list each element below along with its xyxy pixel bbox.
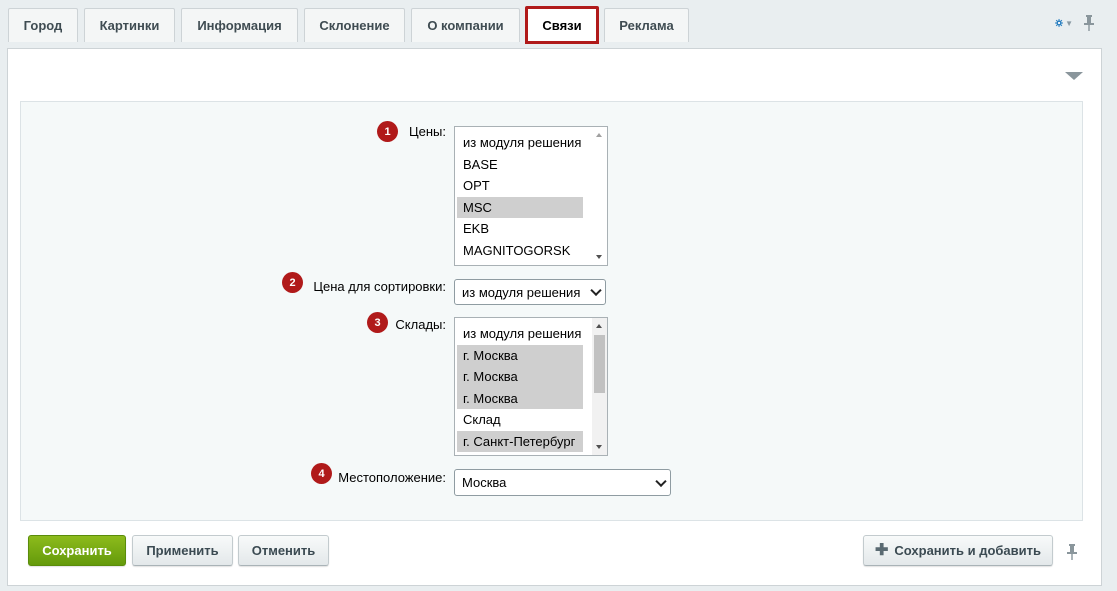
form-section: 1 Цены: из модуля решения BASE OPT MSC E… <box>20 101 1083 521</box>
tab-label: Город <box>23 18 63 33</box>
chevron-down-icon <box>655 475 667 487</box>
tab-images[interactable]: Картинки <box>84 8 175 42</box>
save-button[interactable]: Сохранить <box>28 535 126 566</box>
tab-label: Картинки <box>99 18 160 33</box>
prices-listbox[interactable]: из модуля решения BASE OPT MSC EKB MAGNI… <box>454 126 608 266</box>
stores-listbox[interactable]: из модуля решения г. Москва г. Москва г.… <box>454 317 608 456</box>
prices-scrollbar[interactable] <box>592 127 607 265</box>
apply-button[interactable]: Применить <box>132 535 233 566</box>
apply-button-label: Применить <box>146 543 219 558</box>
chevron-down-icon: ▼ <box>1065 18 1073 28</box>
gear-icon[interactable]: ▼ <box>1055 14 1073 32</box>
save-button-label: Сохранить <box>42 543 112 558</box>
list-option[interactable]: г. Москва <box>457 387 583 409</box>
scrollbar-thumb[interactable] <box>594 335 605 393</box>
list-option[interactable]: EKB <box>457 218 583 240</box>
pin-icon[interactable] <box>1066 543 1078 564</box>
sort-price-value: из модуля решения <box>462 284 581 300</box>
number-badge: 4 <box>311 463 332 484</box>
tab-city[interactable]: Город <box>8 8 78 42</box>
plus-icon: ✚ <box>874 541 889 559</box>
tab-advertising[interactable]: Реклама <box>604 8 689 42</box>
prices-label: Цены: <box>409 124 446 139</box>
toolbar-tools: ▼ <box>1055 14 1097 32</box>
chevron-down-icon <box>590 284 602 297</box>
list-option[interactable]: BASE <box>457 154 583 176</box>
list-option[interactable]: г. Москва <box>457 366 583 388</box>
cancel-button-label: Отменить <box>251 543 316 558</box>
number-badge: 2 <box>282 272 303 293</box>
location-select[interactable]: Москва <box>454 469 671 496</box>
save-and-add-label: Сохранить и добавить <box>894 543 1042 558</box>
number-badge: 1 <box>377 121 398 142</box>
stores-label: Склады: <box>395 317 446 332</box>
save-and-add-button[interactable]: ✚ Сохранить и добавить <box>863 535 1053 566</box>
location-label: Местоположение: <box>338 470 446 485</box>
location-value: Москва <box>462 475 507 490</box>
list-option[interactable]: MSC <box>457 196 583 218</box>
scroll-down-icon[interactable] <box>596 445 602 449</box>
pin-icon[interactable] <box>1083 14 1097 32</box>
list-option[interactable]: MAGNITOGORSK <box>457 240 583 262</box>
list-option[interactable]: г. Санкт-Петербург <box>457 430 583 452</box>
list-option[interactable]: из модуля решения <box>457 323 583 345</box>
list-option[interactable]: г. Москва <box>457 344 583 366</box>
number-badge: 3 <box>367 312 388 333</box>
scroll-up-icon[interactable] <box>596 133 602 137</box>
collapse-triangle-icon[interactable] <box>1065 72 1083 80</box>
tab-links[interactable]: Связи <box>525 6 599 44</box>
list-option[interactable]: Склад <box>457 409 583 431</box>
scroll-down-icon[interactable] <box>596 255 602 259</box>
tab-label: Реклама <box>619 18 674 33</box>
sort-price-select[interactable]: из модуля решения <box>454 279 606 305</box>
tab-label: Связи <box>542 17 582 33</box>
tab-label: Информация <box>197 18 282 33</box>
cancel-button[interactable]: Отменить <box>238 535 329 566</box>
tab-label: О компании <box>427 18 504 33</box>
tab-about-company[interactable]: О компании <box>411 8 520 42</box>
prices-options: из модуля решения BASE OPT MSC EKB MAGNI… <box>455 127 607 261</box>
tab-label: Склонение <box>319 18 390 33</box>
stores-scrollbar[interactable] <box>592 318 607 455</box>
stores-options: из модуля решения г. Москва г. Москва г.… <box>455 318 607 452</box>
scroll-up-icon[interactable] <box>596 324 602 328</box>
sort-price-label: Цена для сортировки: <box>313 279 446 294</box>
tab-information[interactable]: Информация <box>181 8 298 42</box>
list-option[interactable]: OPT <box>457 175 583 197</box>
content-panel: 1 Цены: из модуля решения BASE OPT MSC E… <box>7 48 1102 586</box>
tab-declension[interactable]: Склонение <box>304 8 405 42</box>
list-option[interactable]: из модуля решения <box>457 132 583 154</box>
tab-bar: Город Картинки Информация Склонение О ко… <box>0 0 1117 44</box>
